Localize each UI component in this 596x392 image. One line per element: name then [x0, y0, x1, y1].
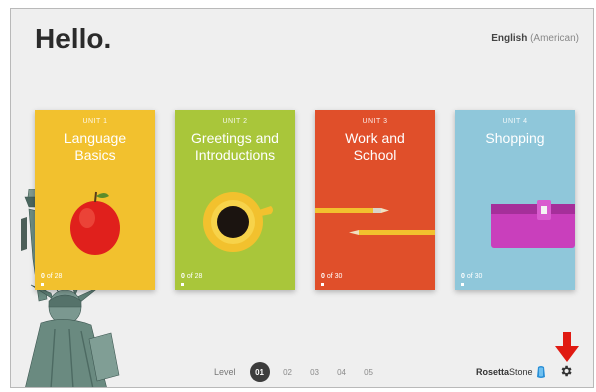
language-selector[interactable]: English (American) [491, 33, 579, 44]
unit-title-line: Shopping [485, 130, 545, 146]
progress-total: of 30 [326, 273, 343, 280]
unit-progress: 0 of 30 [321, 273, 342, 280]
unit-title-line: Greetings and [191, 130, 279, 146]
level-selector: Level 01 02 03 04 05 [214, 361, 378, 383]
red-arrow-icon [555, 332, 579, 362]
progress-bar [461, 283, 464, 286]
gear-icon[interactable] [559, 364, 573, 378]
wallet-icon [491, 200, 575, 248]
unit-title: Language Basics [35, 130, 155, 164]
unit-card-3[interactable]: UNIT 3 Work and School 0 of 30 [315, 110, 435, 290]
progress-total: of 28 [186, 273, 203, 280]
progress-bar [321, 283, 324, 286]
rosetta-stone-icon [536, 366, 545, 378]
progress-bar [181, 283, 184, 286]
unit-title-line: Introductions [194, 147, 276, 163]
greeting-title: Hello. [35, 23, 112, 54]
progress-done: 0 [461, 273, 465, 280]
coffee-cup-icon [203, 192, 273, 252]
progress-done: 0 [41, 273, 45, 280]
pencils-icon [315, 208, 435, 235]
unit-card-1[interactable]: UNIT 1 Language Basics 0 of 28 [35, 110, 155, 290]
unit-label: UNIT 4 [502, 118, 528, 125]
unit-title: Work and School [315, 130, 435, 164]
unit-card-2[interactable]: UNIT 2 Greetings and Introductions 0 of … [175, 110, 295, 290]
unit-progress: 0 of 28 [41, 273, 62, 280]
level-03[interactable]: 03 [306, 368, 324, 377]
unit-title-line: School [353, 147, 397, 163]
unit-title: Shopping [455, 130, 575, 147]
progress-done: 0 [181, 273, 185, 280]
progress-total: of 30 [466, 273, 483, 280]
brand-name-regular: Stone [509, 367, 533, 377]
progress-done: 0 [321, 273, 325, 280]
unit-title-line: Work and [345, 130, 405, 146]
unit-progress: 0 of 28 [181, 273, 202, 280]
level-05[interactable]: 05 [360, 368, 378, 377]
level-02[interactable]: 02 [279, 368, 297, 377]
unit-title-line: Basics [74, 147, 116, 163]
unit-title-line: Language [63, 130, 127, 146]
unit-card-4[interactable]: UNIT 4 Shopping 0 of 30 [455, 110, 575, 290]
level-04[interactable]: 04 [333, 368, 351, 377]
language-name: English [491, 33, 528, 44]
unit-progress: 0 of 30 [461, 273, 482, 280]
brand-name-bold: Rosetta [476, 367, 510, 377]
progress-bar [41, 283, 44, 286]
language-variant: (American) [530, 33, 579, 44]
brand-logo: RosettaStone [476, 365, 546, 379]
unit-label: UNIT 1 [82, 118, 108, 125]
level-01[interactable]: 01 [249, 362, 270, 382]
unit-title: Greetings and Introductions [175, 130, 295, 164]
progress-total: of 28 [46, 273, 63, 280]
apple-icon [70, 191, 120, 255]
level-label: Level [214, 367, 236, 377]
app-window: Hello. English (American) UNIT 1 Languag… [10, 8, 594, 388]
brand-name: RosettaStone [476, 367, 533, 377]
unit-label: UNIT 2 [222, 118, 248, 125]
unit-label: UNIT 3 [362, 118, 388, 125]
